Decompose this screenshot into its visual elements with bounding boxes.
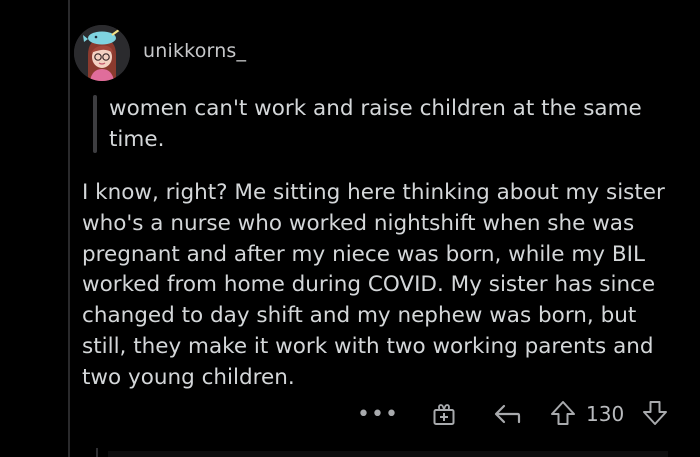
upvote-button[interactable] [548, 398, 578, 428]
quote-bar [93, 95, 97, 153]
downvote-button[interactable] [640, 398, 670, 428]
username[interactable]: unikkorns_ [143, 40, 246, 62]
comment-actions-bar: ••• 130 [0, 395, 700, 435]
next-reply-preview [108, 451, 668, 457]
reply-icon [494, 404, 521, 424]
reply-button[interactable] [492, 400, 522, 428]
upvote-arrow-icon [551, 401, 575, 425]
reply-thread-line[interactable] [96, 448, 98, 457]
cartoon-avatar-icon [74, 25, 130, 81]
more-options-icon: ••• [357, 401, 399, 427]
comment-body: I know, right? Me sitting here thinking … [82, 180, 665, 390]
vote-score: 130 [586, 402, 625, 426]
thread-line[interactable] [68, 0, 70, 457]
more-options-button[interactable]: ••• [357, 399, 398, 429]
downvote-arrow-icon [643, 401, 667, 425]
award-icon [433, 404, 455, 425]
user-avatar[interactable] [74, 25, 130, 81]
award-button[interactable] [430, 400, 458, 428]
quote-text: women can't work and raise children at t… [109, 96, 642, 152]
